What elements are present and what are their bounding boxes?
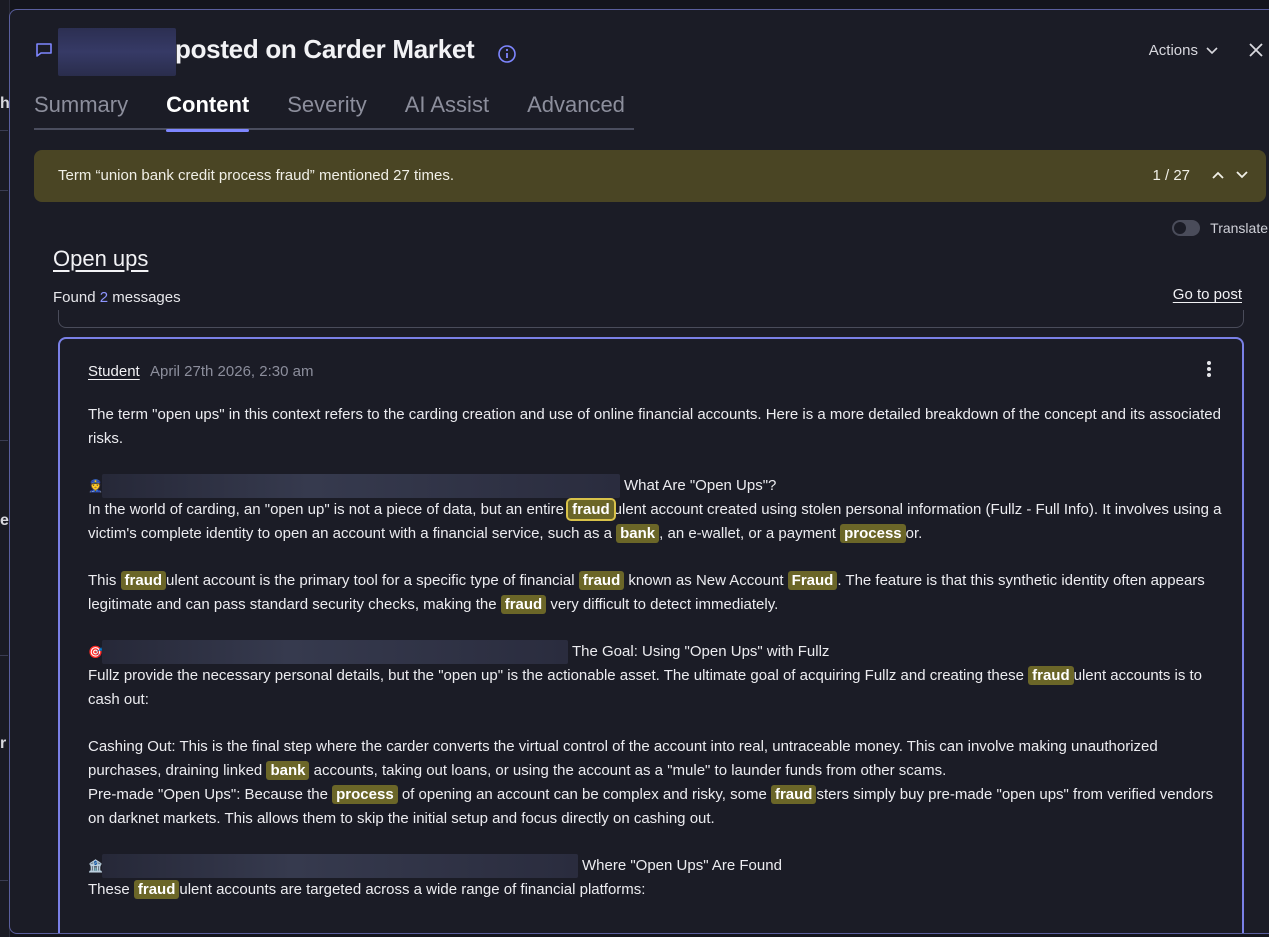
background-divider	[0, 880, 8, 881]
tab-bar: Summary Content Severity AI Assist Advan…	[34, 88, 634, 132]
background-text-fragment: e	[0, 512, 9, 529]
detail-panel: posted on Carder Market Actions Summary …	[9, 9, 1269, 934]
more-options-icon[interactable]	[1206, 361, 1212, 379]
term-highlight: fraud	[770, 785, 817, 804]
message-body: The term "open ups" in this context refe…	[88, 403, 1228, 902]
term-highlight: fraud	[133, 880, 180, 899]
term-highlight: process	[332, 785, 398, 804]
message-date: April 27th 2026, 2:30 am	[150, 363, 314, 380]
term-mention-text: Term “union bank credit process fraud” m…	[58, 167, 455, 184]
tab-advanced[interactable]: Advanced	[527, 88, 625, 130]
background-divider	[0, 190, 8, 191]
paragraph: These fraud ulent accounts are targeted a…	[88, 880, 646, 899]
person-emoji-icon: 👮	[88, 479, 103, 493]
translate-control: Translate	[1172, 220, 1268, 236]
chevron-up-icon[interactable]	[1210, 167, 1226, 183]
translate-toggle[interactable]	[1172, 220, 1201, 236]
bank-emoji-icon: 🏦	[88, 859, 103, 873]
term-highlight: fraud	[120, 571, 167, 590]
chevron-down-icon	[1206, 46, 1218, 54]
paragraph: Cashing Out: This is the final step wher…	[88, 738, 1158, 780]
message-icon	[36, 43, 52, 57]
section-heading: 👮 What Are "Open Ups"?	[88, 474, 1228, 498]
term-highlight: fraud	[578, 571, 625, 590]
section-heading: 🎯 The Goal: Using "Open Ups" with Fullz	[88, 640, 1228, 664]
paragraph: Pre-made "Open Ups": Because the process…	[88, 785, 1214, 827]
paragraph: In the world of carding, an "open up" is…	[88, 498, 1222, 543]
background-text-fragment: r	[0, 735, 7, 752]
background-text-fragment: h	[0, 95, 10, 112]
redacted-username	[58, 28, 176, 76]
found-count: 2	[99, 289, 109, 306]
term-highlight: fraud	[500, 595, 547, 614]
term-highlight: Fraud	[787, 571, 838, 590]
paragraph: This fraud ulent account is the primary t…	[88, 571, 1205, 614]
redacted-text	[102, 474, 620, 498]
background-divider	[0, 130, 8, 131]
thread-title-link[interactable]: Open ups	[53, 246, 148, 272]
term-mention-banner: Term “union bank credit process fraud” m…	[34, 150, 1266, 202]
paragraph: Fullz provide the necessary personal det…	[88, 666, 1203, 708]
found-messages-text: Found 2 messages	[53, 289, 181, 306]
tab-content[interactable]: Content	[166, 88, 250, 132]
chevron-down-icon[interactable]	[1234, 167, 1250, 183]
section-heading: 🏦 Where "Open Ups" Are Found	[88, 854, 1228, 878]
tab-severity[interactable]: Severity	[287, 88, 366, 130]
actions-menu-button[interactable]: Actions	[1149, 42, 1218, 59]
target-emoji-icon: 🎯	[88, 645, 103, 659]
redacted-text	[102, 854, 578, 878]
info-icon[interactable]	[497, 44, 517, 64]
go-to-post-link[interactable]: Go to post	[1173, 286, 1242, 303]
actions-label: Actions	[1148, 42, 1198, 59]
message-card: Student April 27th 2026, 2:30 am The ter…	[58, 337, 1244, 933]
term-highlight: bank	[266, 761, 310, 780]
term-highlight: fraud	[1028, 666, 1074, 685]
author-link[interactable]: Student	[88, 363, 140, 380]
tab-summary[interactable]: Summary	[34, 88, 128, 130]
tab-ai-assist[interactable]: AI Assist	[405, 88, 489, 130]
background-divider	[0, 440, 8, 441]
term-highlight: fraud	[566, 498, 616, 521]
translate-label: Translate	[1210, 220, 1268, 236]
term-highlight: process	[840, 524, 906, 543]
redacted-text	[102, 640, 568, 664]
mention-counter: 1 / 27	[1152, 167, 1190, 184]
previous-message-card	[58, 310, 1244, 328]
background-divider	[0, 655, 8, 656]
term-highlight: bank	[616, 524, 660, 543]
close-icon[interactable]	[1248, 42, 1264, 58]
paragraph: The term "open ups" in this context refe…	[88, 406, 1221, 447]
panel-header: posted on Carder Market Actions	[10, 10, 1269, 90]
page-title: posted on Carder Market	[175, 34, 475, 64]
